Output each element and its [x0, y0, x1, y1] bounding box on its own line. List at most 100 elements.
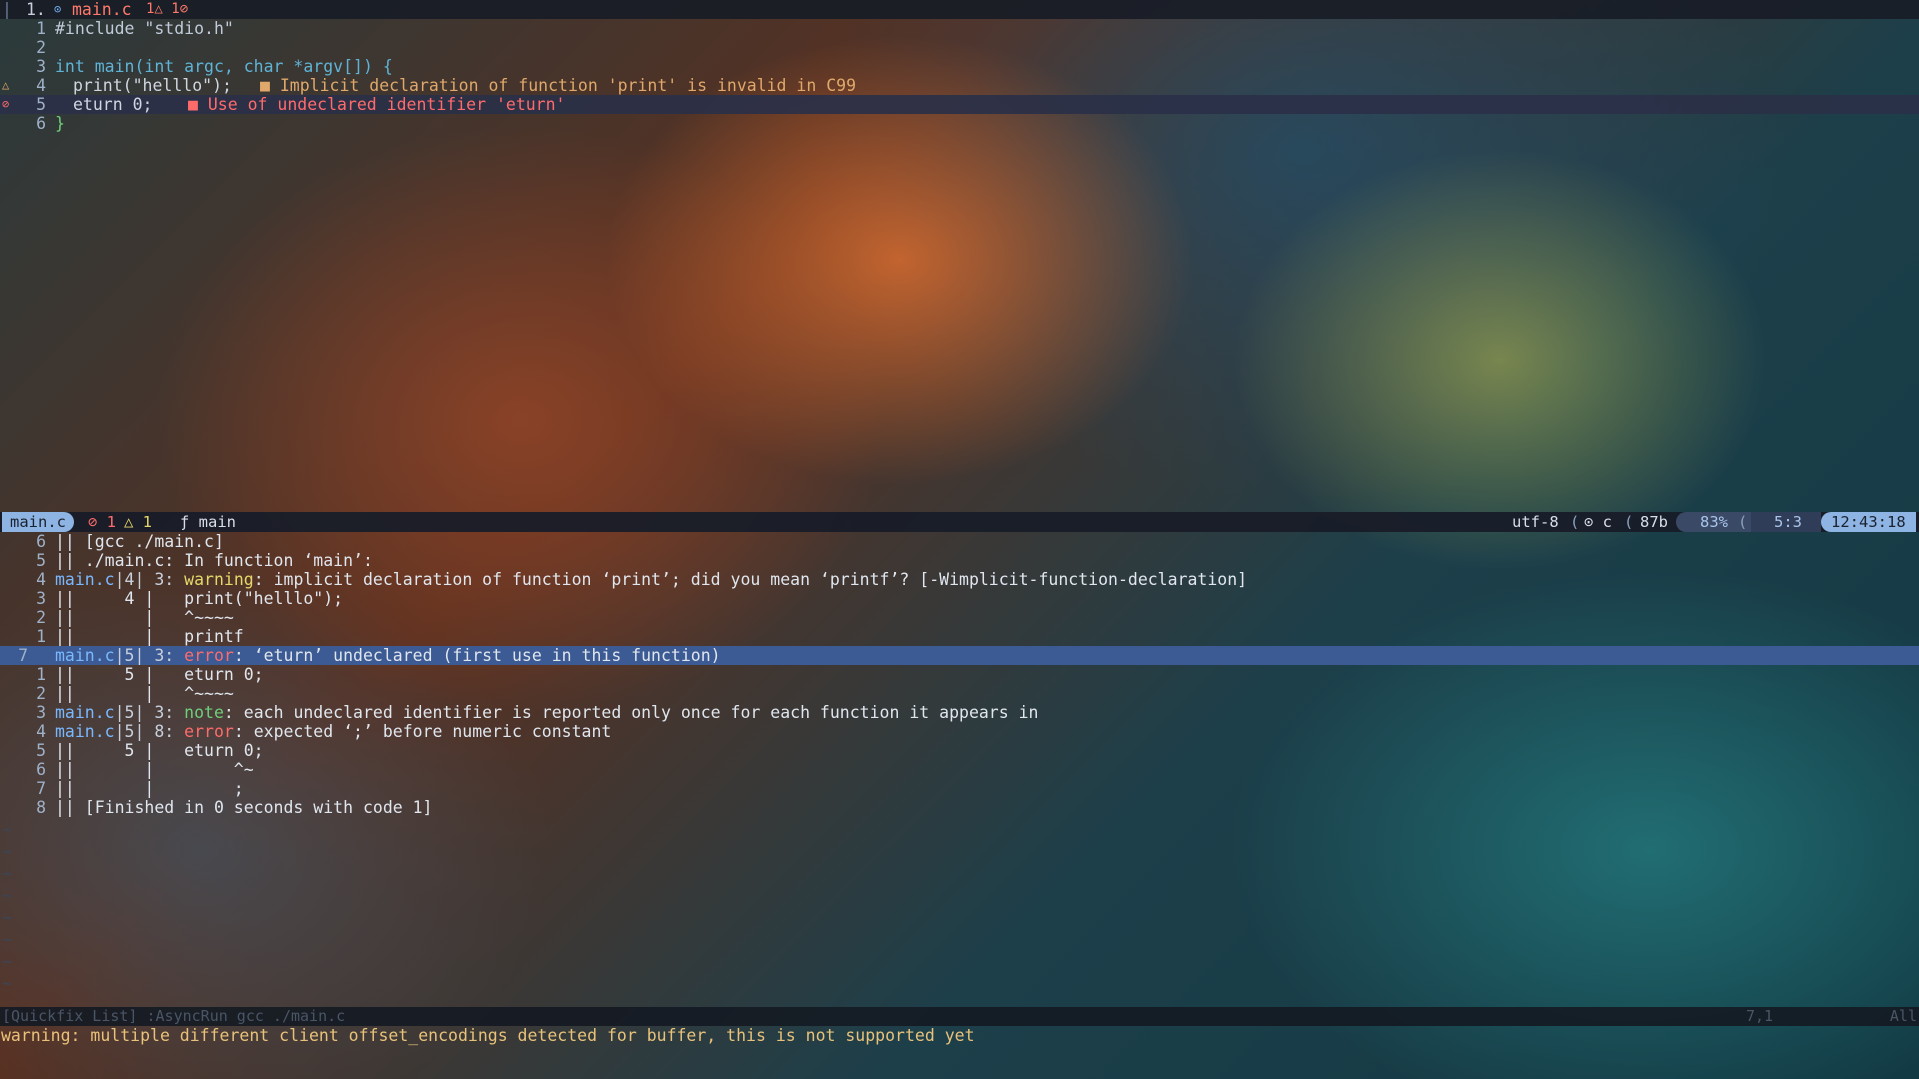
empty-line-marker: ~	[2, 820, 12, 839]
quickfix-file-ref[interactable]: main.c	[55, 722, 115, 741]
editor-line[interactable]: 3 int main(int argc, char *argv[]) {	[0, 57, 1919, 76]
status-size: 87b	[1640, 513, 1668, 531]
code-text[interactable]: }	[55, 114, 65, 133]
tab-diagnostics: 1△ 1⊘	[146, 1, 189, 17]
quickfix-line-number: 1	[36, 627, 46, 646]
tab-number[interactable]: 1.	[26, 0, 46, 19]
quickfix-line-number: 1	[36, 665, 46, 684]
status-encoding: utf-8	[1512, 513, 1559, 531]
code-text[interactable]: print("helllo");	[73, 76, 232, 95]
status-warnings: △ 1	[124, 513, 152, 531]
quickfix-item[interactable]: 3 main.c|5| 3: note: each undeclared iden…	[0, 703, 1919, 722]
quickfix-file-ref[interactable]: main.c	[55, 646, 115, 665]
quickfix-text: || 5 | eturn 0;	[55, 741, 264, 760]
quickfix-line-number: 8	[36, 798, 46, 817]
quickfix-item[interactable]: 5 || ./main.c: In function ‘main’:	[0, 551, 1919, 570]
editor-line[interactable]: 6}	[0, 114, 1919, 133]
quickfix-text: || 5 | eturn 0;	[55, 665, 264, 684]
quickfix-item[interactable]: 7 main.c|5| 3: error: ‘eturn’ undeclared …	[0, 646, 1919, 665]
inline-error-diagnostic: ■ Use of undeclared identifier 'eturn'	[188, 95, 566, 114]
tab-file-name[interactable]: main.c	[72, 0, 132, 19]
quickfix-message: : expected ‘;’ before numeric constant	[233, 722, 612, 741]
quickfix-text: || 4 | print("helllo");	[55, 589, 344, 608]
quickfix-text: || [Finished in 0 seconds with code 1]	[55, 798, 433, 817]
code-text[interactable]: #include "stdio.h"	[55, 19, 234, 38]
quickfix-item[interactable]: 1 || 5 | eturn 0;	[0, 665, 1919, 684]
quickfix-item[interactable]: 6 || | ^~	[0, 760, 1919, 779]
quickfix-item[interactable]: 2 || | ^~~~~	[0, 608, 1919, 627]
quickfix-item[interactable]: 4 main.c|5| 8: error: expected ‘;’ before…	[0, 722, 1919, 741]
code-text[interactable]: eturn 0;	[73, 95, 152, 114]
status-percent: 83%	[1700, 513, 1728, 531]
line-number: 3	[36, 57, 46, 76]
status-position: 5:3	[1774, 513, 1802, 531]
quickfix-entry[interactable]: main.c|5| 3: error: ‘eturn’ undeclared (…	[55, 646, 721, 665]
quickfix-kind-warning: warning	[184, 570, 254, 589]
quickfix-kind-note: note	[184, 703, 224, 722]
status-separator: (	[1624, 513, 1634, 531]
quickfix-file-ref[interactable]: main.c	[55, 703, 115, 722]
quickfix-item[interactable]: 5 || 5 | eturn 0;	[0, 741, 1919, 760]
quickfix-item[interactable]: 8 || [Finished in 0 seconds with code 1]	[0, 798, 1919, 817]
quickfix-location: |5| 3:	[114, 703, 175, 722]
quickfix-location: |4| 3:	[114, 570, 175, 589]
status-mode-file: main.c	[2, 512, 74, 532]
quickfix-line-number: 2	[36, 608, 46, 627]
quickfix-line-number: 7	[36, 779, 46, 798]
quickfix-item[interactable]: 7 || | ;	[0, 779, 1919, 798]
quickfix-status-text: [Quickfix List] :AsyncRun gcc ./main.c	[2, 1007, 346, 1025]
quickfix-item[interactable]: 1 || | printf	[0, 627, 1919, 646]
quickfix-message: : each undeclared identifier is reported…	[223, 703, 1039, 722]
quickfix-text: || | ^~~~~	[55, 608, 234, 627]
quickfix-status-position: 7,1	[1746, 1007, 1774, 1025]
editor-line[interactable]: 1 #include "stdio.h"	[0, 19, 1919, 38]
quickfix-item[interactable]: 4 main.c|4| 3: warning: implicit declarat…	[0, 570, 1919, 589]
empty-line-marker: ~	[2, 974, 12, 993]
line-number: 1	[36, 19, 46, 38]
quickfix-location: |5| 3:	[114, 646, 175, 665]
quickfix-entry[interactable]: main.c|5| 8: error: expected ‘;’ before …	[55, 722, 611, 741]
editor-line[interactable]: 2	[0, 38, 1919, 57]
c-file-icon: ⊙	[54, 2, 62, 16]
quickfix-file-ref[interactable]: main.c	[55, 570, 115, 589]
quickfix-location: |5| 8:	[114, 722, 175, 741]
message-line: warning: multiple different client offse…	[1, 1026, 975, 1045]
quickfix-line-number: 4	[36, 722, 46, 741]
quickfix-item[interactable]: 3 || 4 | print("helllo");	[0, 589, 1919, 608]
quickfix-status-line: [Quickfix List] :AsyncRun gcc ./main.c 7…	[0, 1007, 1919, 1026]
quickfix-text: || | ^~	[55, 760, 254, 779]
quickfix-entry[interactable]: main.c|5| 3: note: each undeclared ident…	[55, 703, 1038, 722]
quickfix-status-all: All	[1889, 1007, 1917, 1025]
editor-line[interactable]: △ 4 print("helllo"); ■ Implicit declaration…	[0, 76, 1919, 95]
quickfix-line-number: 2	[36, 684, 46, 703]
editor-line[interactable]: ⊘ 5 eturn 0; ■ Use of undeclared identifier…	[0, 95, 1919, 114]
code-text[interactable]: int main(int argc, char *argv[]) {	[55, 57, 393, 76]
quickfix-line-number: 5	[36, 741, 46, 760]
empty-line-marker: ~	[2, 864, 12, 883]
empty-line-marker: ~	[2, 930, 12, 949]
quickfix-kind-error: error	[184, 722, 234, 741]
quickfix-line-number: 3	[36, 703, 46, 722]
quickfix-line-number: 6	[36, 532, 46, 551]
quickfix-text: || [gcc ./main.c]	[55, 532, 224, 551]
quickfix-text: || | ;	[55, 779, 244, 798]
quickfix-message: : ‘eturn’ undeclared (first use in this …	[233, 646, 721, 665]
status-bar: main.c ⊘ 1 △ 1 ƒ main utf-8 ( ⊙ c ( 87b …	[0, 512, 1919, 532]
quickfix-message: : implicit declaration of function ‘prin…	[253, 570, 1248, 589]
quickfix-text: || | printf	[55, 627, 244, 646]
quickfix-item[interactable]: 6 || [gcc ./main.c]	[0, 532, 1919, 551]
quickfix-item[interactable]: 2 || | ^~~~~	[0, 684, 1919, 703]
quickfix-entry[interactable]: main.c|4| 3: warning: implicit declarati…	[55, 570, 1247, 589]
quickfix-line-number: 5	[36, 551, 46, 570]
line-number: 6	[36, 114, 46, 133]
status-clock: 12:43:18	[1821, 512, 1916, 532]
quickfix-line-number: 6	[36, 760, 46, 779]
quickfix-text: || | ^~~~~	[55, 684, 234, 703]
quickfix-text: || ./main.c: In function ‘main’:	[55, 551, 373, 570]
status-filetype: ⊙ c	[1584, 513, 1612, 531]
line-number: 2	[36, 38, 46, 57]
